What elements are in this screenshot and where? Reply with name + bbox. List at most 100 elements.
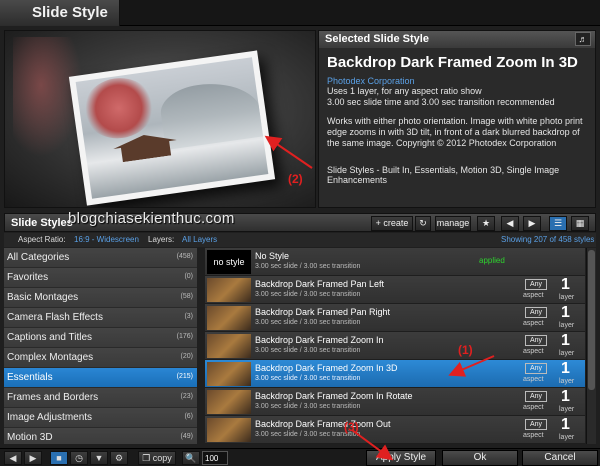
category-item-basic-montages[interactable]: Basic Montages (58) (4, 288, 197, 308)
style-name: Backdrop Dark Framed Zoom In (255, 335, 384, 345)
apply-style-button[interactable]: Apply Style (366, 450, 436, 466)
refresh-button[interactable]: ↻ (415, 216, 431, 231)
category-item-camera-flash[interactable]: Camera Flash Effects (3) (4, 308, 197, 328)
category-item-complex-montages[interactable]: Complex Montages (20) (4, 348, 197, 368)
style-row[interactable]: Backdrop Dark Framed Pan Right 3.00 sec … (205, 304, 585, 332)
aspect-any-badge: Any (525, 307, 547, 318)
aspect-label: aspect (523, 404, 544, 411)
style-row-no-style[interactable]: no style No Style 3.00 sec slide / 3.00 … (205, 248, 585, 276)
category-count: (58) (180, 293, 193, 300)
mountain-mist (157, 76, 266, 151)
aspect-ratio-value[interactable]: 16:9 - Widescreen (74, 235, 139, 244)
style-thumbnail (207, 306, 251, 330)
last-button[interactable]: ▶ (523, 216, 541, 231)
copy-button[interactable]: ❐ copy (138, 451, 176, 465)
style-row[interactable]: Backdrop Dark Framed Zoom Out 3.00 sec s… (205, 416, 585, 444)
cancel-button[interactable]: Cancel (522, 450, 598, 466)
style-name: Backdrop Dark Framed Zoom Out (255, 419, 391, 429)
layers-value[interactable]: All Layers (182, 235, 217, 244)
ok-button[interactable]: Ok (442, 450, 518, 466)
selected-style-company[interactable]: Photodex Corporation (327, 76, 587, 86)
window-title: Slide Style (0, 0, 120, 26)
category-item-favorites[interactable]: Favorites (0) (4, 268, 197, 288)
style-thumbnail (207, 334, 251, 358)
list-view-icon: ☰ (553, 218, 563, 228)
category-item-frames[interactable]: Frames and Borders (23) (4, 388, 197, 408)
selected-style-name: Backdrop Dark Framed Zoom In 3D (327, 54, 578, 71)
style-timing: 3.00 sec slide / 3.00 sec transition (255, 403, 361, 410)
speaker-icon[interactable]: ♬ (575, 32, 591, 46)
style-row-selected[interactable]: Backdrop Dark Framed Zoom In 3D 3.00 sec… (205, 360, 585, 388)
style-row[interactable]: Backdrop Dark Framed Pan Left 3.00 sec s… (205, 276, 585, 304)
list-view-button[interactable]: ☰ (549, 216, 567, 231)
category-item-image-adjustments[interactable]: Image Adjustments (6) (4, 408, 197, 428)
create-button[interactable]: + create (371, 216, 413, 231)
selected-style-timing: 3.00 sec slide time and 3.00 sec transit… (327, 97, 555, 107)
preview-photo (75, 57, 269, 199)
marker-icon: ▼ (94, 453, 104, 463)
detail-view-button[interactable]: ▦ (571, 216, 589, 231)
category-count: (49) (180, 433, 193, 440)
copy-icon: ❐ (142, 453, 151, 463)
layer-count: 1 (561, 332, 570, 349)
manage-button[interactable]: manage (435, 216, 471, 231)
category-count: (3) (184, 313, 193, 320)
create-label: create (383, 218, 409, 228)
style-row[interactable]: Backdrop Dark Framed Zoom In 3.00 sec sl… (205, 332, 585, 360)
clock-button[interactable]: ◷ (70, 451, 88, 465)
aspect-label: aspect (523, 348, 544, 355)
title-bar: Slide Style (0, 0, 600, 26)
zoom-button[interactable]: 🔍 (182, 451, 200, 465)
category-count: (458) (176, 253, 193, 260)
style-name: No Style (255, 251, 290, 261)
gear-icon: ⚙ (114, 453, 124, 463)
preview-button[interactable]: ■ (50, 451, 68, 465)
category-label: Frames and Borders (7, 392, 99, 403)
style-row[interactable]: Backdrop Dark Framed Zoom In Rotate 3.00… (205, 388, 585, 416)
category-item-motion-3d[interactable]: Motion 3D (49) (4, 428, 197, 444)
category-count: (6) (184, 413, 193, 420)
settings-button[interactable]: ⚙ (110, 451, 128, 465)
layer-label: layer (559, 434, 575, 441)
category-count: (215) (176, 373, 193, 380)
aspect-label: aspect (523, 376, 544, 383)
selected-style-header: Selected Slide Style ♬ (319, 31, 595, 48)
bottom-toolbar: ◀ ▶ ■ ◷ ▼ ⚙ ❐ copy 🔍 Apply Style Ok Canc… (0, 448, 600, 466)
scrollbar-thumb[interactable] (588, 250, 595, 390)
category-label: Essentials (7, 372, 53, 383)
prev-slide-button[interactable]: ◀ (4, 451, 22, 465)
category-label: Favorites (7, 272, 49, 283)
screen-icon: ■ (56, 453, 62, 463)
layer-label: layer (559, 350, 575, 357)
category-label: All Categories (7, 252, 70, 263)
style-list-scrollbar[interactable] (586, 248, 596, 444)
style-thumbnail: no style (207, 250, 251, 274)
marker-button[interactable]: ▼ (90, 451, 108, 465)
category-count: (23) (180, 393, 193, 400)
category-label: Complex Montages (7, 352, 94, 363)
layers-label: Layers: (148, 235, 175, 244)
layer-label: layer (559, 294, 575, 301)
layer-count: 1 (561, 304, 570, 321)
favorite-button[interactable]: ★ (477, 216, 495, 231)
grid-view-icon: ▦ (575, 218, 585, 228)
first-button[interactable]: ◀ (501, 216, 519, 231)
next-slide-button[interactable]: ▶ (24, 451, 42, 465)
category-item-captions[interactable]: Captions and Titles (176) (4, 328, 197, 348)
skip-forward-icon: ▶ (528, 218, 536, 228)
category-item-essentials[interactable]: Essentials (215) (4, 368, 197, 388)
plus-icon: + (375, 218, 381, 228)
copy-label: copy (152, 453, 172, 463)
category-count: (0) (184, 273, 193, 280)
aspect-label: aspect (523, 320, 544, 327)
category-item-all[interactable]: All Categories (458) (4, 248, 197, 268)
showing-count: Showing 207 of 458 styles (501, 235, 595, 244)
annotation-label-3: (3) (344, 420, 359, 434)
style-preview (4, 30, 316, 208)
aspect-any-badge: Any (525, 419, 547, 430)
clock-icon: ◷ (75, 453, 83, 463)
style-name: Backdrop Dark Framed Zoom In Rotate (255, 391, 413, 401)
watermark-text: blogchiasekienthuc.com (68, 210, 235, 227)
magnifier-icon: 🔍 (185, 453, 197, 463)
zoom-input[interactable] (202, 451, 228, 465)
